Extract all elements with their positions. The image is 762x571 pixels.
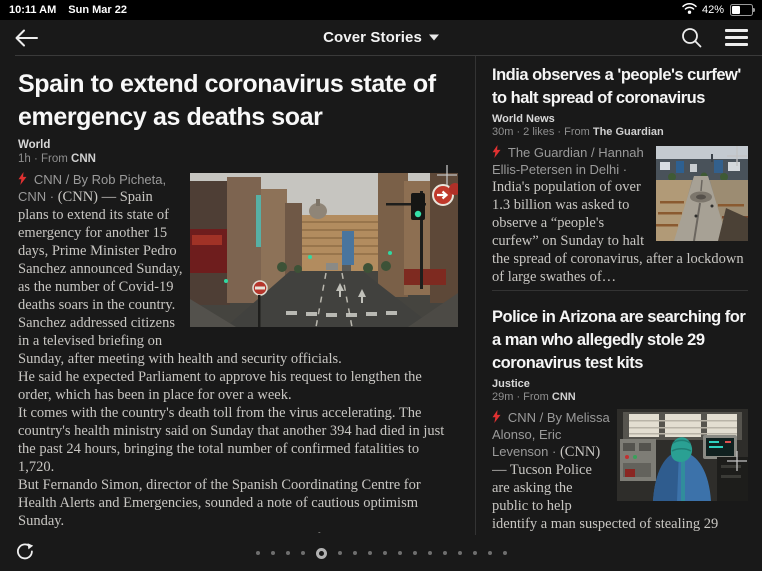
arizona-article-meta-line: 29m · From CNN — [492, 391, 748, 404]
status-bar-right: 42% — [682, 3, 753, 17]
arizona-article-meta: Justice 29m · From CNN — [492, 378, 748, 404]
india-article-excerpt-source: The Guardian / Hannah Ellis-Petersen in … — [492, 145, 644, 177]
wifi-icon — [682, 3, 697, 17]
menu-icon[interactable] — [725, 27, 748, 48]
main-article-headline[interactable]: Spain to extend coronavirus state of eme… — [18, 68, 458, 134]
main-article-body[interactable]: CNN / By Rob Picheta, CNN · (CNN) — Spai… — [18, 171, 458, 533]
article-divider — [492, 290, 748, 291]
search-icon[interactable] — [681, 27, 702, 48]
battery-percent-label: 42% — [702, 4, 724, 16]
india-article-section[interactable]: World News — [492, 113, 748, 126]
add-to-magazine-button[interactable] — [436, 164, 458, 186]
india-article-source[interactable]: The Guardian — [593, 126, 664, 138]
flash-icon — [18, 172, 31, 188]
article-card-india: India observes a 'people's curfew' to ha… — [492, 64, 748, 286]
page-dot — [256, 551, 260, 555]
article-card-arizona: Police in Arizona are searching for a ma… — [492, 306, 748, 535]
section-title-dropdown[interactable]: Cover Stories — [0, 20, 762, 55]
page-dot — [428, 551, 432, 555]
column-divider — [475, 56, 476, 535]
battery-icon — [730, 4, 753, 16]
right-column: India observes a 'people's curfew' to ha… — [492, 64, 748, 535]
main-article-source[interactable]: CNN — [71, 153, 96, 165]
status-date: Sun Mar 22 — [68, 4, 127, 16]
page-dot-active — [316, 548, 327, 559]
arizona-article-section[interactable]: Justice — [492, 378, 748, 391]
india-article-time: 30m · 2 likes · From — [492, 126, 593, 138]
page-dot — [503, 551, 507, 555]
add-to-magazine-button[interactable] — [726, 450, 748, 472]
arizona-article-source[interactable]: CNN — [552, 391, 576, 403]
flash-icon — [492, 410, 505, 426]
page-dot — [271, 551, 275, 555]
status-bar: 10:11 AM Sun Mar 22 42% — [0, 0, 762, 20]
page-dot — [383, 551, 387, 555]
status-time: 10:11 AM — [9, 4, 56, 16]
india-article-body[interactable]: The Guardian / Hannah Ellis-Petersen in … — [492, 144, 748, 286]
india-article-headline[interactable]: India observes a 'people's curfew' to ha… — [492, 64, 746, 110]
page-dot — [338, 551, 342, 555]
arizona-article-time: 29m · From — [492, 391, 552, 403]
page-dot — [368, 551, 372, 555]
india-article-meta: World News 30m · 2 likes · From The Guar… — [492, 113, 748, 139]
footer-bar — [0, 535, 762, 571]
page-dot — [398, 551, 402, 555]
page-dot — [473, 551, 477, 555]
plus-icon — [726, 145, 748, 167]
header-divider — [15, 55, 762, 56]
arizona-article-headline[interactable]: Police in Arizona are searching for a ma… — [492, 306, 746, 375]
status-bar-left: 10:11 AM Sun Mar 22 — [9, 4, 127, 16]
header-actions — [681, 27, 748, 48]
main-article-meta-line: 1h · From CNN — [18, 152, 458, 166]
main-article-image[interactable] — [190, 173, 458, 327]
page-title: Cover Stories — [323, 29, 422, 46]
add-to-magazine-button[interactable] — [726, 145, 748, 167]
plus-icon — [436, 164, 458, 186]
page-dot — [286, 551, 290, 555]
plus-icon — [726, 450, 748, 472]
arizona-article-body[interactable]: CNN / By Melissa Alonso, Eric Levenson ·… — [492, 409, 748, 535]
page-dots — [0, 535, 762, 571]
india-article-meta-line: 30m · 2 likes · From The Guardian — [492, 126, 748, 139]
main-article-meta: World 1h · From CNN — [18, 138, 458, 166]
page-dot — [443, 551, 447, 555]
main-article-time: 1h · From — [18, 153, 71, 165]
page-dot — [353, 551, 357, 555]
page-dot — [301, 551, 305, 555]
main-article-section[interactable]: World — [18, 138, 458, 152]
main-article-card: Spain to extend coronavirus state of eme… — [18, 68, 458, 533]
flash-icon — [492, 145, 505, 161]
page-dot — [488, 551, 492, 555]
page-dot — [458, 551, 462, 555]
page-dot — [413, 551, 417, 555]
header: Cover Stories — [0, 20, 762, 55]
chevron-down-icon — [429, 34, 439, 41]
news-app-page: { "status_bar": { "time": "10:11 AM", "d… — [0, 0, 762, 571]
